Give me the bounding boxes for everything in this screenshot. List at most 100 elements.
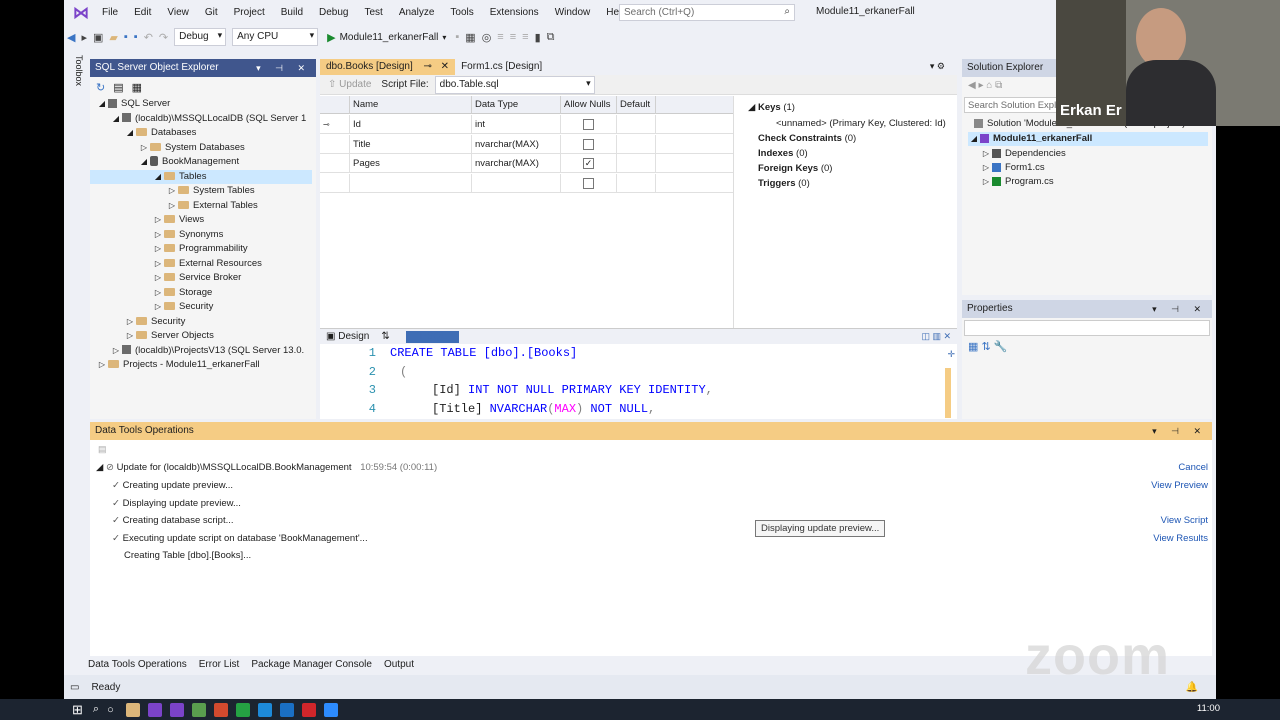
alphabetical-icon[interactable]: ⇅ bbox=[981, 341, 990, 353]
toolbar-icon-f[interactable]: ≡ bbox=[522, 31, 528, 43]
cancel-link[interactable]: Cancel bbox=[1178, 462, 1208, 473]
tree-node[interactable]: ▷ Server Objects bbox=[90, 329, 312, 343]
toolbar-icon-b[interactable]: ▦ bbox=[465, 31, 475, 44]
expanded-arrow-icon[interactable]: ◢ bbox=[110, 112, 122, 126]
tree-node[interactable]: ▷ (localdb)\ProjectsV13 (SQL Server 13.0. bbox=[90, 344, 312, 358]
collapsed-arrow-icon[interactable]: ▷ bbox=[166, 184, 178, 198]
foreign-keys-section[interactable]: Foreign Keys (0) bbox=[758, 163, 832, 174]
forward-icon[interactable]: ▸ bbox=[81, 31, 87, 44]
back-icon[interactable]: ◀ bbox=[67, 31, 75, 44]
visual-studio-icon-2[interactable] bbox=[169, 702, 184, 717]
expanded-arrow-icon[interactable]: ◢ bbox=[96, 97, 108, 111]
task-view-icon[interactable]: ○ bbox=[107, 704, 114, 716]
edge-icon[interactable] bbox=[257, 702, 272, 717]
menu-git[interactable]: Git bbox=[197, 0, 226, 25]
column-row[interactable]: Pages nvarchar(MAX) ✓ bbox=[320, 154, 733, 173]
tab-overflow-icon[interactable]: ▾ ⚙ bbox=[930, 61, 945, 72]
tree-node[interactable]: ▷ System Tables bbox=[90, 184, 312, 198]
program-node[interactable]: ▷ Program.cs bbox=[980, 175, 1054, 189]
tree-node[interactable]: ▷ External Resources bbox=[90, 257, 312, 271]
tab-form1-design[interactable]: Form1.cs [Design] bbox=[455, 59, 548, 75]
filter-icon[interactable]: ▦ bbox=[132, 81, 142, 94]
column-name-cell[interactable] bbox=[350, 173, 472, 193]
scroll-marker[interactable] bbox=[945, 368, 951, 418]
collapsed-arrow-icon[interactable]: ▷ bbox=[152, 271, 164, 285]
pin-icon[interactable]: ⊸ bbox=[424, 61, 432, 72]
row-header-cell[interactable] bbox=[320, 173, 350, 193]
panel-buttons[interactable]: ▾ ⊣ ✕ bbox=[256, 59, 311, 77]
keys-section[interactable]: ◢ Keys (1) bbox=[748, 102, 795, 113]
tree-node[interactable]: ◢ Databases bbox=[90, 126, 312, 140]
tsql-editor[interactable]: 1 CREATE TABLE [dbo].[Books] 2 ( 3 [Id] INT… bbox=[320, 344, 957, 419]
close-icon[interactable]: ✕ bbox=[441, 61, 449, 72]
new-project-icon[interactable]: ▣ bbox=[93, 31, 103, 44]
menu-file[interactable]: File bbox=[94, 0, 126, 25]
menu-debug[interactable]: Debug bbox=[311, 0, 356, 25]
menu-build[interactable]: Build bbox=[273, 0, 311, 25]
tree-node[interactable]: ▷ Security bbox=[90, 315, 312, 329]
column-name-cell[interactable]: Id bbox=[350, 115, 472, 134]
primary-key-icon[interactable]: ⊸ bbox=[320, 115, 350, 134]
windows-start-icon[interactable]: ⊞ bbox=[72, 702, 83, 718]
operation-step-link[interactable]: View Results bbox=[1153, 533, 1208, 544]
collapsed-arrow-icon[interactable]: ▷ bbox=[96, 358, 108, 372]
outlook-icon[interactable] bbox=[279, 702, 294, 717]
column-row[interactable] bbox=[320, 173, 733, 193]
allow-nulls-checkbox[interactable]: ✓ bbox=[583, 158, 594, 169]
allow-nulls-checkbox[interactable] bbox=[583, 177, 594, 189]
save-icon[interactable]: ▪ bbox=[124, 31, 128, 43]
allow-nulls-checkbox[interactable] bbox=[583, 138, 594, 150]
whatsapp-icon[interactable] bbox=[235, 702, 250, 717]
indexes-section[interactable]: Indexes (0) bbox=[758, 148, 808, 159]
collapsed-arrow-icon[interactable]: ▷ bbox=[166, 199, 178, 213]
allow-nulls-checkbox[interactable] bbox=[583, 119, 594, 130]
dto-operation-header[interactable]: ◢ ⊘ Update for (localdb)\MSSQLLocalDB.Bo… bbox=[96, 462, 437, 473]
default-cell[interactable] bbox=[617, 154, 656, 173]
panel-buttons[interactable]: ▾ ⊣ ✕ bbox=[1152, 422, 1207, 440]
menu-view[interactable]: View bbox=[159, 0, 197, 25]
run-button[interactable]: ▶ Module11_erkanerFall ▾ bbox=[327, 31, 446, 44]
search-icon[interactable]: ⌕ bbox=[93, 703, 99, 716]
menu-tools[interactable]: Tools bbox=[442, 0, 481, 25]
toolbox-side-tab[interactable]: Toolbox bbox=[68, 55, 84, 95]
pane-layout-icon[interactable]: ◫ ▥ ✕ bbox=[921, 331, 951, 342]
column-type-cell[interactable] bbox=[472, 173, 561, 193]
menu-project[interactable]: Project bbox=[226, 0, 273, 25]
update-button[interactable]: ⇧ Update bbox=[328, 79, 371, 90]
tree-node[interactable]: ◢ Tables bbox=[90, 169, 312, 184]
check-constraints-section[interactable]: Check Constraints (0) bbox=[758, 133, 856, 144]
swap-panes-icon[interactable]: ⇅ bbox=[375, 331, 395, 342]
column-row[interactable]: Title nvarchar(MAX) bbox=[320, 134, 733, 154]
toolbar-icon-d[interactable]: ≡ bbox=[497, 31, 503, 43]
default-cell[interactable] bbox=[617, 173, 656, 193]
zoom-icon[interactable] bbox=[323, 702, 338, 717]
collapsed-arrow-icon[interactable]: ▷ bbox=[138, 141, 150, 155]
refresh-icon[interactable]: ↻ bbox=[96, 81, 105, 94]
script-file-dropdown[interactable]: dbo.Table.sql bbox=[434, 75, 595, 94]
key-entry[interactable]: <unnamed> (Primary Key, Clustered: Id) bbox=[776, 118, 946, 129]
tree-node[interactable]: ▷ Programmability bbox=[90, 242, 312, 256]
file-explorer-icon[interactable] bbox=[125, 702, 140, 717]
app-icon[interactable] bbox=[191, 702, 206, 717]
tree-node[interactable]: ◢ (localdb)\MSSQLLocalDB (SQL Server 1 bbox=[90, 112, 312, 126]
tree-node[interactable]: ◢ BookManagement bbox=[90, 155, 312, 169]
column-type-cell[interactable]: int bbox=[472, 115, 561, 134]
default-cell[interactable] bbox=[617, 134, 656, 154]
menu-test[interactable]: Test bbox=[356, 0, 390, 25]
notification-bell-icon[interactable]: 🔔 bbox=[1186, 682, 1198, 693]
tree-node[interactable]: ▷ Storage bbox=[90, 286, 312, 300]
collapsed-arrow-icon[interactable]: ▷ bbox=[124, 329, 136, 343]
search-input[interactable]: Search (Ctrl+Q) ⌕ bbox=[619, 4, 795, 21]
collapsed-arrow-icon[interactable]: ▷ bbox=[124, 315, 136, 329]
tsql-pane-tab[interactable]: T-SQL bbox=[405, 330, 459, 343]
collapsed-arrow-icon[interactable]: ▷ bbox=[152, 242, 164, 256]
design-pane-tab[interactable]: ▣ Design bbox=[320, 331, 375, 342]
acrobat-icon[interactable] bbox=[301, 702, 316, 717]
toolbar-icon-e[interactable]: ≡ bbox=[510, 31, 516, 43]
row-header-cell[interactable] bbox=[320, 134, 350, 154]
save-all-icon[interactable]: ▪ bbox=[134, 31, 138, 43]
add-server-icon[interactable]: ▤ bbox=[113, 81, 123, 94]
dependencies-node[interactable]: ▷ Dependencies bbox=[980, 147, 1066, 161]
tab-data-tools-operations[interactable]: Data Tools Operations bbox=[88, 659, 187, 670]
property-pages-icon[interactable]: 🔧 bbox=[994, 341, 1008, 353]
